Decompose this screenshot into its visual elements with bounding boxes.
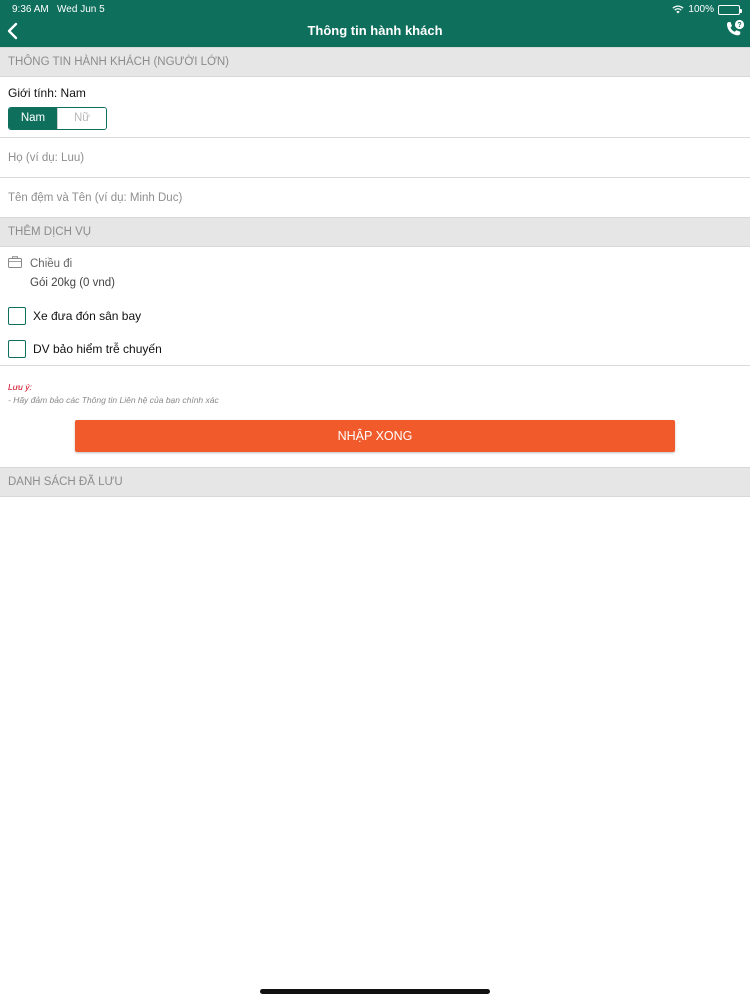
battery-icon <box>718 4 742 15</box>
note-title: Lưu ý: <box>8 382 32 392</box>
phone-support-icon: ? <box>727 19 745 36</box>
svg-text:?: ? <box>737 22 741 29</box>
status-date-value: Wed Jun 5 <box>57 4 105 15</box>
page-title: Thông tin hành khách <box>307 23 443 38</box>
home-indicator <box>260 989 490 994</box>
baggage-direction: Chiều đi <box>30 258 73 270</box>
delay-insurance-checkbox[interactable] <box>8 340 26 358</box>
delay-insurance-label[interactable]: DV bảo hiểm trễ chuyến <box>33 342 162 356</box>
support-call-button[interactable]: ? <box>722 18 746 42</box>
submit-button[interactable]: NHẬP XONG <box>75 420 675 452</box>
divider <box>0 177 750 178</box>
last-name-input[interactable] <box>8 147 738 169</box>
chevron-left-icon <box>7 22 18 40</box>
luggage-icon <box>8 256 22 268</box>
wifi-icon <box>672 5 684 14</box>
section-header-saved-list: DANH SÁCH ĐÃ LƯU <box>0 467 750 497</box>
status-time: 9:36 AM Wed Jun 5 <box>12 4 105 15</box>
navigation-bar: 9:36 AM Wed Jun 5 100% Thông tin hành kh… <box>0 0 750 47</box>
section-header-passenger: THÔNG TIN HÀNH KHÁCH (NGƯỜI LỚN) <box>0 47 750 77</box>
battery-percent: 100% <box>688 4 714 15</box>
airport-transfer-checkbox[interactable] <box>8 307 26 325</box>
airport-transfer-label[interactable]: Xe đưa đón sân bay <box>33 309 141 323</box>
gender-label: Giới tính: Nam <box>8 86 86 100</box>
gender-option-female[interactable]: Nữ <box>57 108 106 129</box>
note-text: - Hãy đảm bảo các Thông tin Liên hệ của … <box>8 395 219 405</box>
divider <box>0 137 750 138</box>
baggage-package[interactable]: Gói 20kg (0 vnd) <box>30 277 115 289</box>
status-time-value: 9:36 AM <box>12 4 49 15</box>
back-button[interactable] <box>4 20 24 42</box>
section-header-services: THÊM DỊCH VỤ <box>0 217 750 247</box>
gender-option-male[interactable]: Nam <box>9 108 57 129</box>
divider <box>0 365 750 366</box>
gender-selector: Nam Nữ <box>8 107 107 130</box>
status-indicators: 100% <box>672 4 742 15</box>
first-name-input[interactable] <box>8 187 738 209</box>
